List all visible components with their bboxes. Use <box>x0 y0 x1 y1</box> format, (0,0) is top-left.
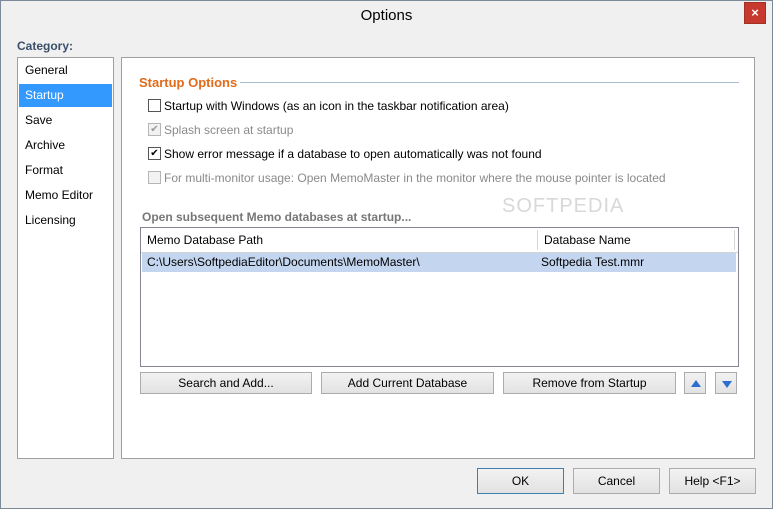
cell-path: C:\Users\SoftpediaEditor\Documents\MemoM… <box>147 255 420 269</box>
arrow-up-icon <box>691 380 701 387</box>
cell-name: Softpedia Test.mmr <box>541 255 645 269</box>
cancel-button[interactable]: Cancel <box>573 468 660 494</box>
close-button[interactable]: × <box>744 2 766 24</box>
category-item-save[interactable]: Save <box>19 109 112 132</box>
category-item-licensing[interactable]: Licensing <box>19 209 112 232</box>
category-item-format[interactable]: Format <box>19 159 112 182</box>
category-item-memo-editor[interactable]: Memo Editor <box>19 184 112 207</box>
move-down-button[interactable] <box>715 372 737 394</box>
checkbox[interactable]: ✔ <box>148 147 161 160</box>
search-and-add-button[interactable]: Search and Add... <box>140 372 312 394</box>
column-header-name[interactable]: Database Name <box>538 228 733 252</box>
category-item-startup[interactable]: Startup <box>19 84 112 107</box>
option-label: Splash screen at startup <box>164 123 294 137</box>
ok-button[interactable]: OK <box>477 468 564 494</box>
startup-panel: Startup Options Startup with Windows (as… <box>121 57 755 459</box>
help-button[interactable]: Help <F1> <box>669 468 756 494</box>
section-title: Startup Options <box>139 75 241 90</box>
table-row[interactable]: C:\Users\SoftpediaEditor\Documents\MemoM… <box>142 253 736 272</box>
category-item-general[interactable]: General <box>19 59 112 82</box>
window-title: Options <box>360 7 413 24</box>
remove-from-startup-button[interactable]: Remove from Startup <box>503 372 676 394</box>
grid-header: Memo Database Path Database Name <box>141 228 738 253</box>
option-label: Show error message if a database to open… <box>164 147 542 161</box>
arrow-down-icon <box>722 381 732 388</box>
category-list: General Startup Save Archive Format Memo… <box>17 57 114 459</box>
close-icon: × <box>751 5 759 20</box>
option-label: For multi-monitor usage: Open MemoMaster… <box>164 171 666 185</box>
options-dialog: Options × Category: General Startup Save… <box>0 0 773 509</box>
database-grid[interactable]: Memo Database Path Database Name C:\User… <box>140 227 739 367</box>
softpedia-watermark: SOFTPEDIA <box>502 195 625 217</box>
column-separator[interactable] <box>734 230 735 250</box>
checkbox[interactable]: ✔ <box>148 123 161 136</box>
checkbox[interactable] <box>148 171 161 184</box>
subsequent-databases-heading: Open subsequent Memo databases at startu… <box>142 210 412 224</box>
column-header-path[interactable]: Memo Database Path <box>141 228 536 252</box>
category-label: Category: <box>17 39 74 53</box>
add-current-database-button[interactable]: Add Current Database <box>321 372 494 394</box>
category-item-archive[interactable]: Archive <box>19 134 112 157</box>
option-label: Startup with Windows (as an icon in the … <box>164 99 509 113</box>
move-up-button[interactable] <box>684 372 706 394</box>
title-bar[interactable]: Options × <box>1 1 772 32</box>
checkbox[interactable] <box>148 99 161 112</box>
